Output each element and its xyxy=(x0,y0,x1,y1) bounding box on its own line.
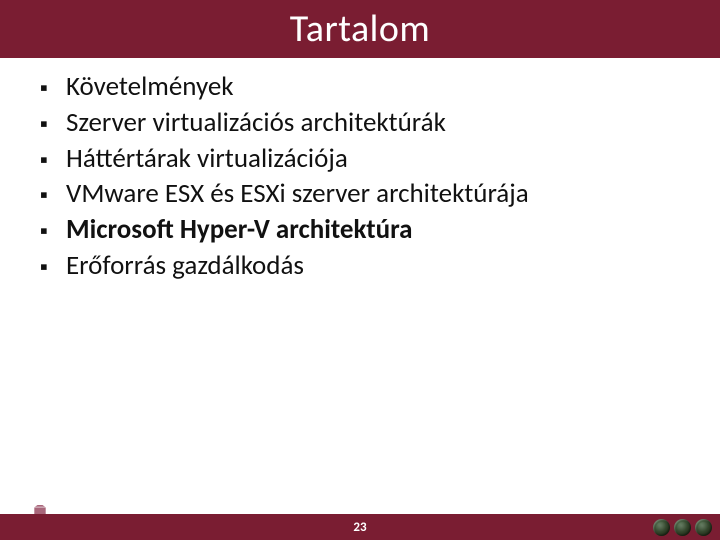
footer-band: 23 xyxy=(0,514,720,540)
bullet-icon: ▪ xyxy=(40,217,66,245)
list-item: ▪ VMware ESX és ESXi szerver architektúr… xyxy=(40,177,680,211)
bullet-icon: ▪ xyxy=(40,74,66,102)
bullet-text: Microsoft Hyper-V architektúra xyxy=(66,213,413,247)
bullet-icon: ▪ xyxy=(40,181,66,209)
bullet-text: VMware ESX és ESXi szerver architektúráj… xyxy=(66,177,529,211)
bullet-icon: ▪ xyxy=(40,146,66,174)
title-band: Tartalom xyxy=(0,0,720,58)
list-item: ▪ Microsoft Hyper-V architektúra xyxy=(40,213,680,247)
slide-title: Tartalom xyxy=(290,6,431,52)
bullet-text: Szerver virtualizációs architektúrák xyxy=(66,106,446,140)
badge-icon xyxy=(695,519,712,536)
bullet-icon: ▪ xyxy=(40,253,66,281)
bullet-text: Erőforrás gazdálkodás xyxy=(66,249,304,283)
bullet-text: Háttértárak virtualizációja xyxy=(66,142,348,176)
badge-icon xyxy=(674,519,691,536)
bullet-list: ▪ Követelmények ▪ Szerver virtualizációs… xyxy=(40,70,680,283)
list-item: ▪ Erőforrás gazdálkodás xyxy=(40,249,680,283)
badge-icon xyxy=(653,519,670,536)
bullet-text: Követelmények xyxy=(66,70,234,104)
bullet-icon: ▪ xyxy=(40,110,66,138)
list-item: ▪ Követelmények xyxy=(40,70,680,104)
page-number: 23 xyxy=(353,520,366,535)
slide: Tartalom ▪ Követelmények ▪ Szerver virtu… xyxy=(0,0,720,540)
content-area: ▪ Követelmények ▪ Szerver virtualizációs… xyxy=(40,70,680,285)
list-item: ▪ Háttértárak virtualizációja xyxy=(40,142,680,176)
footer-badges xyxy=(653,519,712,536)
list-item: ▪ Szerver virtualizációs architektúrák xyxy=(40,106,680,140)
